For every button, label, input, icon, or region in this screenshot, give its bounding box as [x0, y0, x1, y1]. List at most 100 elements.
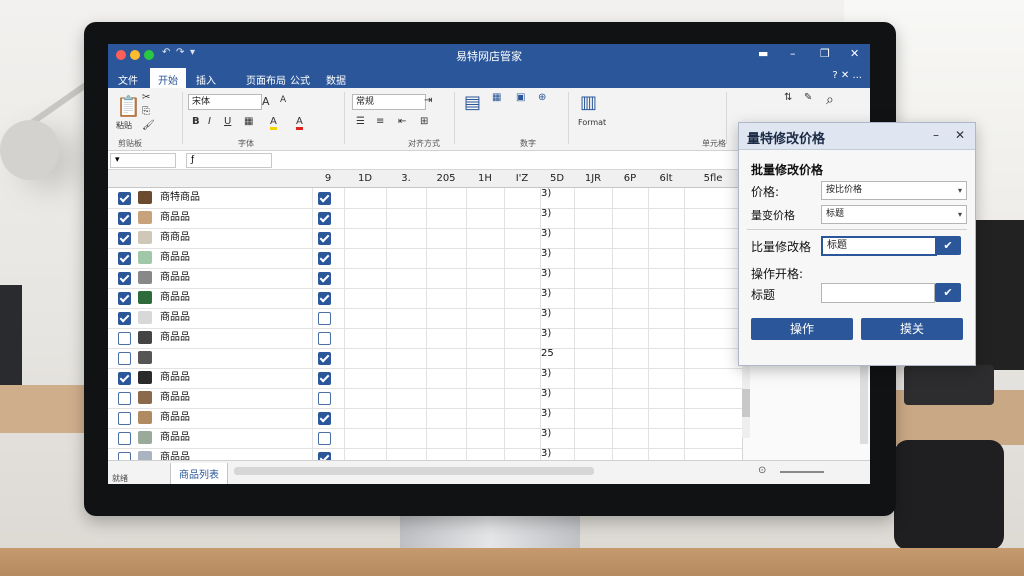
row-select-checkbox[interactable] — [118, 272, 131, 285]
borders-icon[interactable]: ▦ — [244, 116, 253, 127]
table-row[interactable]: 商品品 3) — [108, 328, 743, 349]
font-name-select[interactable]: 宋体 — [188, 94, 262, 110]
grid-cell[interactable] — [648, 368, 685, 388]
grid-cell[interactable] — [684, 388, 743, 408]
grid-cell[interactable] — [684, 228, 743, 248]
underline-button[interactable]: U — [224, 116, 231, 127]
column-header[interactable]: 5D — [540, 170, 575, 188]
zoom-slider[interactable] — [780, 471, 824, 473]
table-row[interactable]: 商品品 3) — [108, 428, 743, 449]
grid-cell[interactable] — [684, 308, 743, 328]
bold-button[interactable]: B — [192, 116, 200, 127]
grid-cell[interactable] — [386, 348, 427, 368]
column-header[interactable] — [108, 170, 137, 188]
grid-cell[interactable] — [648, 388, 685, 408]
grid-cell[interactable] — [426, 388, 467, 408]
grid-cell[interactable] — [612, 408, 649, 428]
fill-color-icon[interactable]: A — [270, 116, 277, 130]
indent-icon[interactable]: ⇤ — [398, 116, 406, 127]
grid-cell[interactable] — [504, 248, 541, 268]
grid-cell[interactable] — [648, 288, 685, 308]
grid-cell[interactable] — [426, 208, 467, 228]
format-painter-icon[interactable]: 🖌 — [142, 120, 155, 131]
grid-cell[interactable] — [426, 348, 467, 368]
grid-cell[interactable] — [466, 368, 505, 388]
grid-cell[interactable] — [648, 408, 685, 428]
paste-icon[interactable]: 📋 — [116, 94, 141, 118]
row-select-checkbox[interactable] — [118, 232, 131, 245]
status-checkbox[interactable] — [318, 432, 331, 445]
grid-cell[interactable] — [386, 328, 427, 348]
format-label[interactable]: Format — [578, 118, 606, 127]
grid-cell[interactable] — [648, 308, 685, 328]
font-grow-icon[interactable]: A — [262, 95, 270, 108]
status-checkbox[interactable] — [318, 412, 331, 425]
grid-cell[interactable] — [504, 308, 541, 328]
grid-cell[interactable] — [612, 228, 649, 248]
grid-cell[interactable] — [466, 228, 505, 248]
grid-cell[interactable] — [386, 228, 427, 248]
grid-cell[interactable] — [426, 368, 467, 388]
grid-cell[interactable] — [504, 228, 541, 248]
menubar-right-icons[interactable]: ? ✕ ... — [832, 70, 862, 81]
status-checkbox[interactable] — [318, 372, 331, 385]
grid-cell[interactable] — [612, 268, 649, 288]
paste-label[interactable]: 粘贴 — [116, 120, 132, 131]
grid-cell[interactable] — [612, 208, 649, 228]
column-header[interactable]: 1JR — [574, 170, 613, 188]
title-confirm-button[interactable]: ✔ — [935, 283, 961, 302]
number-format-select[interactable]: 常规 — [352, 94, 426, 110]
italic-button[interactable]: I — [208, 116, 211, 127]
grid-cell[interactable] — [426, 228, 467, 248]
status-checkbox[interactable] — [318, 192, 331, 205]
grid-cell[interactable] — [574, 208, 613, 228]
grid-cell[interactable] — [386, 388, 427, 408]
column-header[interactable] — [136, 170, 313, 188]
grid-cell[interactable] — [612, 248, 649, 268]
grid-cell[interactable] — [574, 228, 613, 248]
grid-cell[interactable] — [612, 288, 649, 308]
draw-icon[interactable]: ✎ — [804, 92, 812, 103]
grid-cell[interactable] — [504, 348, 541, 368]
close-icon[interactable]: ✕ — [850, 47, 859, 60]
grid-cell[interactable] — [612, 308, 649, 328]
grid-cell[interactable] — [344, 428, 387, 448]
grid-cell[interactable] — [344, 408, 387, 428]
cell-style-icon[interactable]: ▣ — [516, 92, 525, 103]
grid-cell[interactable] — [574, 268, 613, 288]
grid-cell[interactable] — [426, 288, 467, 308]
grid-cell[interactable] — [344, 388, 387, 408]
grid-cell[interactable] — [648, 188, 685, 208]
grid-cell[interactable] — [386, 408, 427, 428]
tab-insert[interactable]: 插入 — [190, 70, 222, 89]
grid-cell[interactable] — [466, 308, 505, 328]
format-icon[interactable]: ▥ — [580, 92, 597, 113]
grid-cell[interactable] — [574, 288, 613, 308]
row-select-checkbox[interactable] — [118, 192, 131, 205]
grid-cell[interactable] — [504, 188, 541, 208]
row-select-checkbox[interactable] — [118, 412, 131, 425]
cancel-button[interactable]: 摸关 — [861, 318, 963, 340]
grid-cell[interactable] — [466, 248, 505, 268]
grid-cell[interactable] — [466, 348, 505, 368]
grid-cell[interactable] — [344, 348, 387, 368]
table-row[interactable]: 商特商品 3) — [108, 188, 743, 209]
grid-cell[interactable] — [426, 408, 467, 428]
grid-cell[interactable] — [648, 248, 685, 268]
grid-cell[interactable] — [504, 368, 541, 388]
grid-cell[interactable] — [386, 288, 427, 308]
table-format-icon[interactable]: ▦ — [492, 92, 501, 103]
grid-cell[interactable] — [466, 388, 505, 408]
grid-cell[interactable] — [574, 308, 613, 328]
row-select-checkbox[interactable] — [118, 372, 131, 385]
grid-cell[interactable] — [684, 188, 743, 208]
font-shrink-icon[interactable]: A — [280, 95, 286, 105]
grid-cell[interactable] — [684, 268, 743, 288]
grid-cell[interactable] — [574, 348, 613, 368]
grid-cell[interactable] — [344, 188, 387, 208]
grid-cell[interactable] — [466, 428, 505, 448]
grid-cell[interactable] — [344, 228, 387, 248]
grid-cell[interactable] — [684, 408, 743, 428]
sheet-tab[interactable]: 商品列表 — [170, 463, 228, 484]
grid-cell[interactable] — [466, 208, 505, 228]
